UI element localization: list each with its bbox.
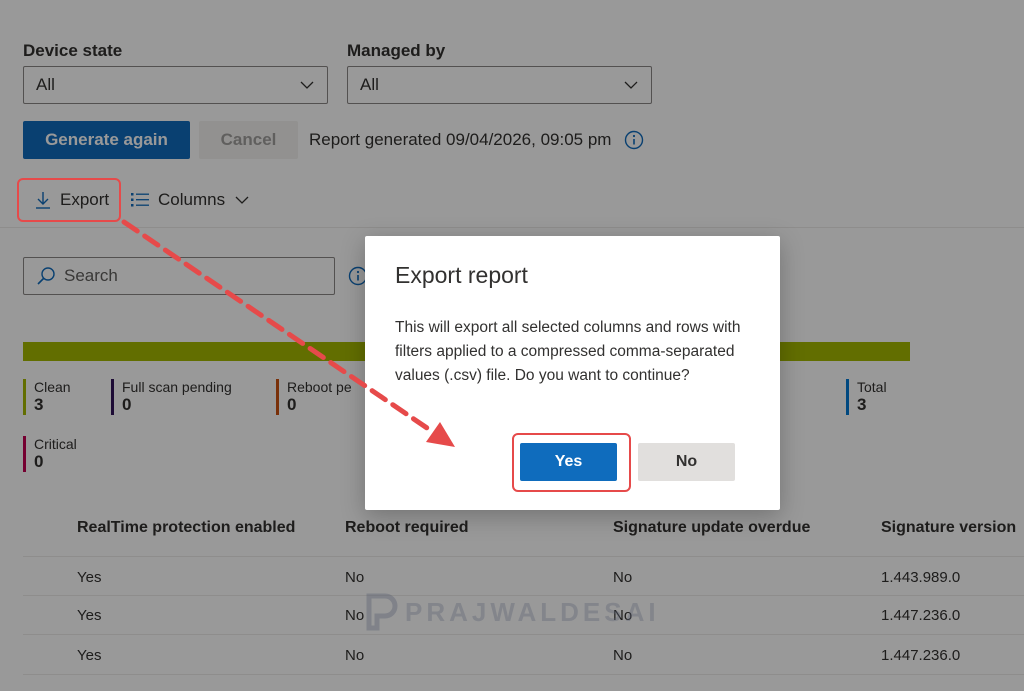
dialog-message: This will export all selected columns an…: [395, 319, 741, 384]
export-highlight-box: [17, 178, 121, 222]
device-report-page: Device state All Managed by All Generate…: [0, 0, 1024, 691]
no-button[interactable]: No: [638, 443, 735, 481]
dialog-title: Export report: [395, 262, 528, 288]
yes-highlight-box: [512, 433, 631, 492]
